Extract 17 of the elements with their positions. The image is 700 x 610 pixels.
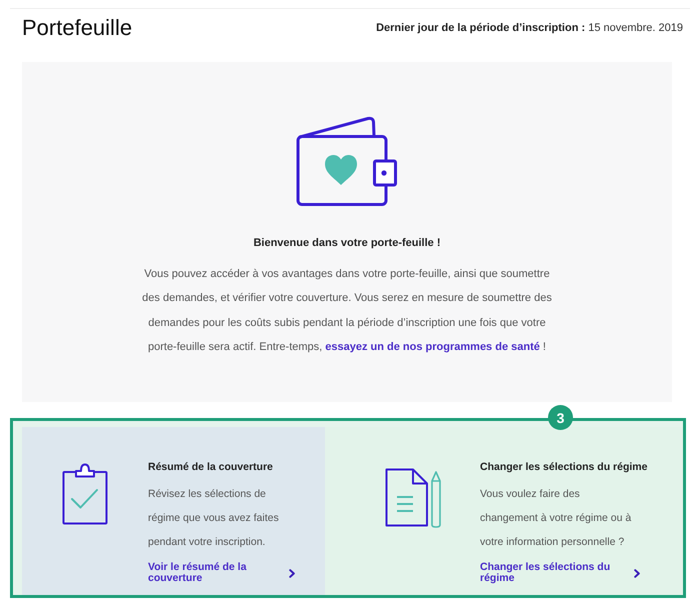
chevron-right-icon	[634, 568, 640, 578]
card-title: Résumé de la couverture	[148, 460, 274, 474]
health-programs-link[interactable]: essayez un de nos programmes de santé	[325, 341, 540, 354]
page-title: Portefeuille	[22, 15, 132, 41]
clipboard-check-icon	[62, 463, 108, 525]
card-description: Vous voulez faire des changement à votre régime ou à votre information personnelle ?	[480, 487, 632, 550]
card-title: Changer les sélections du régime	[480, 460, 648, 474]
card-link[interactable]: Changer les sélections du régime	[480, 562, 640, 584]
welcome-paragraph: Vous pouvez accéder à vos avantages dans votre porte-feuille, ainsi que soumettre des demandes, et vérifier votre couverture. Vous serez en mesure de soumettre des demandes pour les coûts subis pendant la période d’inscription une fois que votre porte-feuille sera actif. Entre-temps, essayez un de nos programmes de santé !	[141, 267, 553, 356]
welcome-heading: Bienvenue dans votre porte-feuille !	[253, 237, 441, 250]
chevron-right-icon	[289, 568, 295, 578]
wallet-heart-icon	[296, 115, 398, 207]
document-pencil-icon	[385, 468, 442, 528]
card-description: Révisez les sélections de régime que vous avez faites pendant votre inscription.	[148, 487, 280, 550]
step-number-badge: 3	[548, 405, 573, 430]
enrollment-deadline-text: Dernier jour de la période d’inscription : 15 novembre. 2019	[376, 22, 683, 34]
card-link[interactable]: Voir le résumé de la couverture	[148, 562, 295, 584]
